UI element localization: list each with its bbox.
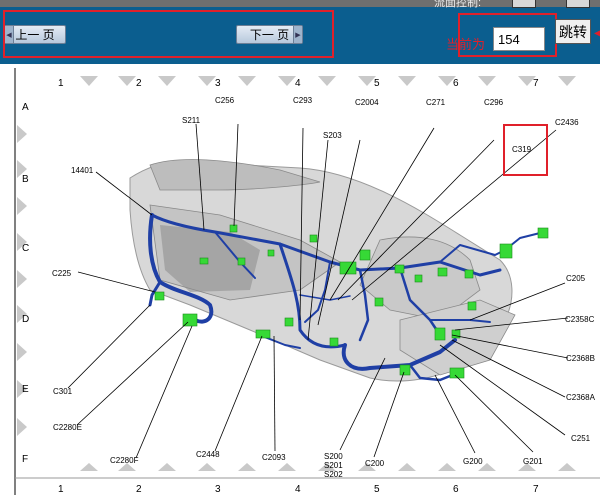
col-2-top: 2 (136, 78, 142, 89)
page-number-input[interactable] (493, 27, 545, 51)
col-1-bottom: 1 (58, 484, 64, 495)
grid-top-markers (80, 76, 576, 86)
top-strip: 流面控制: (0, 0, 600, 9)
top-control-a[interactable] (512, 0, 536, 8)
row-C: C (22, 243, 30, 254)
label-c301: C301 (53, 387, 73, 396)
label-c2093: C2093 (262, 453, 286, 462)
label-c2280f: C2280F (110, 456, 139, 465)
label-c2436: C2436 (555, 118, 579, 127)
label-14401: 14401 (71, 166, 94, 175)
label-s211: S211 (182, 116, 201, 125)
top-title: 流面控制: (434, 0, 482, 9)
col-3-top: 3 (215, 78, 221, 89)
label-g201: G201 (523, 457, 543, 466)
col-5-bottom: 5 (374, 484, 380, 495)
label-c256: C256 (215, 96, 235, 105)
col-7-bottom: 7 (533, 484, 539, 495)
label-c2448: C2448 (196, 450, 220, 459)
label-c200: C200 (365, 459, 385, 468)
label-c2358c: C2358C (565, 315, 595, 324)
wiring-diagram: 1 2 3 4 5 6 7 1 2 3 4 5 6 7 A B C D E F … (0, 64, 600, 495)
label-c271: C271 (426, 98, 446, 107)
label-c251: C251 (571, 434, 591, 443)
label-s200: S200 (324, 452, 343, 461)
row-D: D (22, 314, 30, 325)
label-s201: S201 (324, 461, 343, 470)
label-c225: C225 (52, 269, 72, 278)
label-c296: C296 (484, 98, 504, 107)
label-g200: G200 (463, 457, 483, 466)
col-3-bottom: 3 (215, 484, 221, 495)
arrow-icon: ◀ (594, 28, 600, 39)
top-control-b[interactable] (566, 0, 590, 8)
col-4-top: 4 (295, 78, 301, 89)
col-7-top: 7 (533, 78, 539, 89)
row-B: B (22, 174, 29, 185)
label-c293: C293 (293, 96, 313, 105)
col-2-bottom: 2 (136, 484, 142, 495)
label-s203: S203 (323, 131, 342, 140)
col-5-top: 5 (374, 78, 380, 89)
col-4-bottom: 4 (295, 484, 301, 495)
highlight-nav-buttons (3, 10, 334, 58)
label-c2368b: C2368B (566, 354, 595, 363)
highlight-c319 (503, 124, 548, 176)
label-c205: C205 (566, 274, 586, 283)
label-c2280e: C2280E (53, 423, 82, 432)
go-button[interactable]: 跳转 (555, 19, 591, 44)
label-c2368a: C2368A (566, 393, 595, 402)
current-page-label: 当前为 (446, 37, 486, 52)
col-6-bottom: 6 (453, 484, 459, 495)
col-6-top: 6 (453, 78, 459, 89)
label-s202: S202 (324, 470, 343, 479)
row-F: F (22, 454, 29, 465)
row-E: E (22, 384, 29, 395)
row-A: A (22, 102, 29, 113)
label-c2004: C2004 (355, 98, 379, 107)
col-1-top: 1 (58, 78, 64, 89)
